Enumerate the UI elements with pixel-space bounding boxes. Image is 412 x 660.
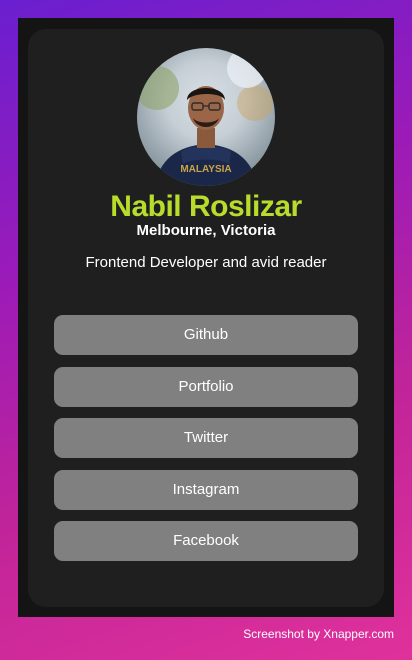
portfolio-link-button[interactable]: Portfolio — [54, 366, 358, 407]
screenshot-credit: Screenshot by Xnapper.com — [243, 627, 394, 641]
twitter-link-button[interactable]: Twitter — [54, 418, 358, 458]
profile-avatar: MALAYSIA — [137, 48, 275, 186]
github-link-button[interactable]: Github — [54, 315, 358, 355]
profile-name: Nabil Roslizar — [110, 190, 302, 223]
social-links: Github Portfolio Twitter Instagram Faceb… — [54, 315, 358, 573]
profile-card: MALAYSIA Nabil Roslizar Melbourne, Victo… — [28, 29, 384, 607]
shirt-text: MALAYSIA — [180, 164, 231, 175]
profile-location: Melbourne, Victoria — [136, 222, 276, 239]
screenshot-frame: MALAYSIA Nabil Roslizar Melbourne, Victo… — [18, 18, 394, 617]
instagram-link-button[interactable]: Instagram — [54, 469, 358, 510]
profile-bio: Frontend Developer and avid reader — [85, 254, 327, 271]
facebook-link-button[interactable]: Facebook — [54, 521, 358, 561]
avatar-photo: MALAYSIA — [137, 48, 273, 186]
